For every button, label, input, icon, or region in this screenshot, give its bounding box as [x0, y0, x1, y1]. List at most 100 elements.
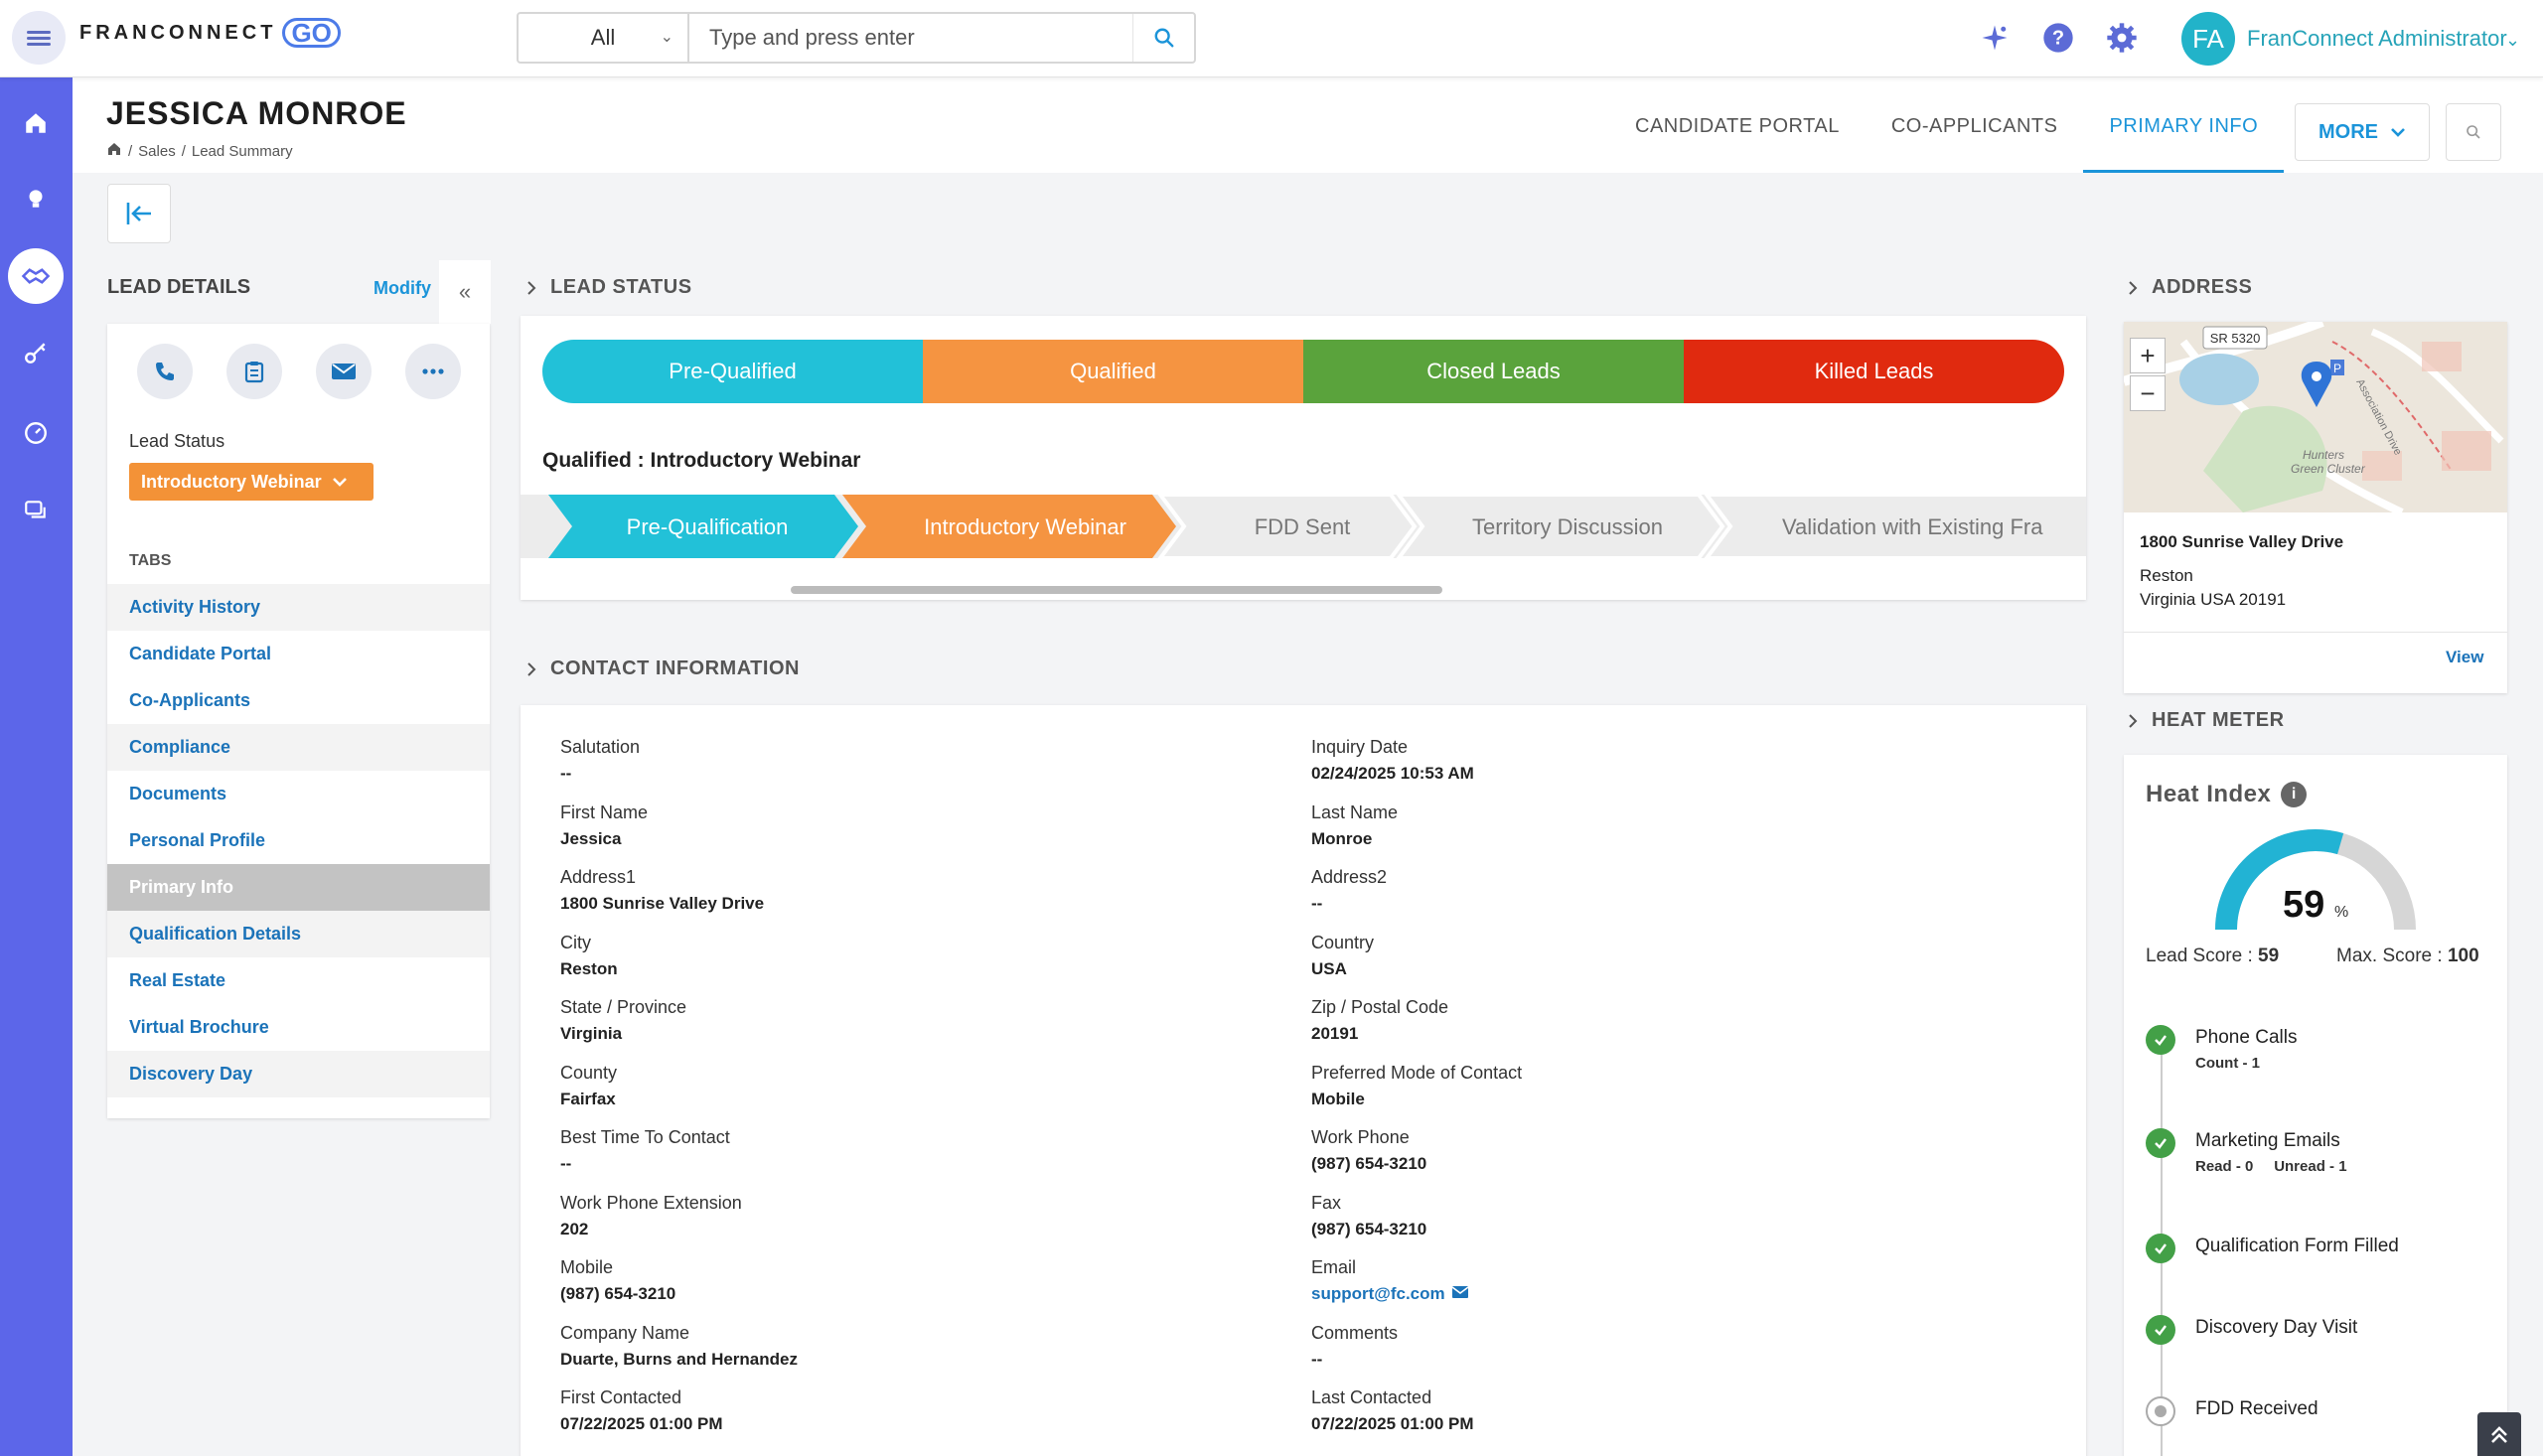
- breadcrumb-sales[interactable]: Sales: [138, 143, 176, 160]
- logo[interactable]: FRANCONNECT GO: [79, 18, 341, 48]
- lead-tab-compliance[interactable]: Compliance: [107, 724, 490, 771]
- timeline-title: Discovery Day Visit: [2195, 1317, 2358, 1338]
- page-tabs: CANDIDATE PORTAL CO-APPLICANTS PRIMARY I…: [1609, 95, 2285, 173]
- lead-status-label: Lead Status: [129, 431, 225, 451]
- field-value: 07/22/2025 01:00 PM: [560, 1414, 723, 1433]
- help-icon[interactable]: ?: [2040, 20, 2076, 56]
- lead-tab-primary-info[interactable]: Primary Info: [107, 864, 490, 911]
- search-icon[interactable]: [1132, 14, 1194, 62]
- contact-section-toggle[interactable]: CONTACT INFORMATION: [526, 657, 800, 680]
- address-heading: ADDRESS: [2152, 276, 2253, 298]
- breadcrumb: / Sales / Lead Summary: [106, 141, 293, 161]
- logo-text: FRANCONNECT: [79, 21, 277, 44]
- more-label: MORE: [2319, 120, 2378, 143]
- email-icon[interactable]: [1451, 1285, 1469, 1304]
- address-section-toggle[interactable]: ADDRESS: [2128, 276, 2252, 299]
- dashboard-icon[interactable]: [8, 405, 64, 461]
- modify-link[interactable]: Modify: [374, 278, 431, 299]
- field-value: 20191: [1311, 1024, 1359, 1043]
- field-best-time-to-contact: Best Time To Contact --: [560, 1127, 1256, 1174]
- lead-score-label: Lead Score :: [2146, 946, 2253, 966]
- clipboard-icon[interactable]: [226, 344, 282, 399]
- zoom-in-button[interactable]: +: [2130, 338, 2166, 373]
- field-last-name: Last Name Monroe: [1311, 802, 2007, 849]
- search-input[interactable]: [689, 14, 1132, 62]
- info-icon[interactable]: i: [2281, 782, 2308, 807]
- lead-status-dropdown[interactable]: Introductory Webinar: [129, 463, 374, 501]
- collapse-left-icon[interactable]: «: [439, 260, 491, 324]
- search-icon[interactable]: [2446, 103, 2501, 161]
- more-button[interactable]: MORE: [2295, 103, 2430, 161]
- horizontal-scrollbar[interactable]: [791, 586, 1442, 594]
- step-label: Validation with Existing Fra: [1782, 514, 2043, 539]
- lead-tab-personal-profile[interactable]: Personal Profile: [107, 817, 490, 864]
- tab-primary-info[interactable]: PRIMARY INFO: [2083, 95, 2285, 173]
- stage-pre-qualified[interactable]: Pre-Qualified: [542, 340, 923, 403]
- chat-icon[interactable]: [8, 483, 64, 538]
- chevron-down-icon[interactable]: ⌄: [2505, 30, 2520, 51]
- breadcrumb-separator: /: [181, 142, 186, 160]
- lead-status-section-toggle[interactable]: LEAD STATUS: [526, 276, 692, 299]
- phone-icon[interactable]: [137, 344, 193, 399]
- lead-tab-discovery-day[interactable]: Discovery Day: [107, 1051, 490, 1097]
- check-circle-icon: [2146, 1315, 2175, 1345]
- heat-index-value: 59: [2283, 884, 2325, 926]
- view-map-link[interactable]: View: [2446, 648, 2483, 667]
- lead-tab-documents[interactable]: Documents: [107, 771, 490, 817]
- max-score-label: Max. Score :: [2336, 946, 2443, 966]
- field-label: Work Phone Extension: [560, 1192, 742, 1213]
- scroll-to-top-icon[interactable]: [2477, 1412, 2521, 1456]
- hamburger-icon[interactable]: [12, 11, 66, 65]
- home-icon[interactable]: [8, 95, 64, 151]
- field-comments: Comments --: [1311, 1323, 2007, 1370]
- field-label: Preferred Mode of Contact: [1311, 1062, 1523, 1083]
- breadcrumb-lead-summary[interactable]: Lead Summary: [192, 143, 293, 160]
- collapse-panel-icon[interactable]: [107, 184, 171, 243]
- email-link[interactable]: support@fc.com: [1311, 1284, 1445, 1304]
- lead-tab-activity-history[interactable]: Activity History: [107, 584, 490, 631]
- field-fax: Fax (987) 654-3210: [1311, 1193, 2007, 1239]
- field-address2: Address2 --: [1311, 867, 2007, 914]
- field-label: Work Phone: [1311, 1127, 1410, 1147]
- field-value: Virginia: [560, 1024, 623, 1043]
- lead-tabs-list: Activity History Candidate Portal Co-App…: [107, 584, 490, 1097]
- map[interactable]: SR 5320 Hunters Green Cluster Associatio…: [2124, 322, 2507, 512]
- lead-tab-virtual-brochure[interactable]: Virtual Brochure: [107, 1004, 490, 1051]
- email-icon[interactable]: [316, 344, 372, 399]
- more-actions-icon[interactable]: [405, 344, 461, 399]
- sparkle-icon[interactable]: [1977, 20, 2013, 56]
- lightbulb-icon[interactable]: [8, 171, 64, 226]
- stage-closed-leads[interactable]: Closed Leads: [1303, 340, 1684, 403]
- stage-killed-leads[interactable]: Killed Leads: [1684, 340, 2064, 403]
- field-work-phone: Work Phone (987) 654-3210: [1311, 1127, 2007, 1174]
- current-status-text: Qualified : Introductory Webinar: [542, 449, 861, 472]
- tab-candidate-portal[interactable]: CANDIDATE PORTAL: [1609, 95, 1866, 173]
- handshake-icon[interactable]: [8, 248, 64, 304]
- lead-tab-candidate-portal[interactable]: Candidate Portal: [107, 631, 490, 677]
- avatar[interactable]: FA: [2181, 12, 2235, 66]
- page-title: JESSICA MONROE: [106, 95, 407, 131]
- tab-co-applicants[interactable]: CO-APPLICANTS: [1866, 95, 2084, 173]
- field-salutation: Salutation --: [560, 737, 1256, 784]
- gear-icon[interactable]: [2104, 20, 2140, 56]
- lead-tab-qualification-details[interactable]: Qualification Details: [107, 911, 490, 957]
- key-icon[interactable]: [8, 326, 64, 381]
- field-label: Company Name: [560, 1322, 690, 1343]
- chevron-down-icon: [332, 478, 347, 487]
- field-label: Address1: [560, 867, 637, 887]
- user-name[interactable]: FranConnect Administrator: [2247, 26, 2507, 52]
- search-scope-select[interactable]: All ⌄: [519, 14, 689, 62]
- zoom-out-button[interactable]: −: [2130, 375, 2166, 411]
- lead-tab-real-estate[interactable]: Real Estate: [107, 957, 490, 1004]
- field-zip-postal-code: Zip / Postal Code 20191: [1311, 997, 2007, 1044]
- home-icon[interactable]: [106, 141, 122, 161]
- field-label: Zip / Postal Code: [1311, 997, 1449, 1017]
- field-value: --: [1311, 1349, 1323, 1369]
- heat-meter-section-toggle[interactable]: HEAT METER: [2128, 709, 2285, 732]
- lead-tab-co-applicants[interactable]: Co-Applicants: [107, 677, 490, 724]
- field-label: Salutation: [560, 737, 641, 757]
- stage-qualified[interactable]: Qualified: [923, 340, 1303, 403]
- field-value: Fairfax: [560, 1089, 616, 1108]
- field-first-contacted: First Contacted 07/22/2025 01:00 PM: [560, 1387, 1256, 1434]
- tabs-heading: TABS: [129, 552, 172, 569]
